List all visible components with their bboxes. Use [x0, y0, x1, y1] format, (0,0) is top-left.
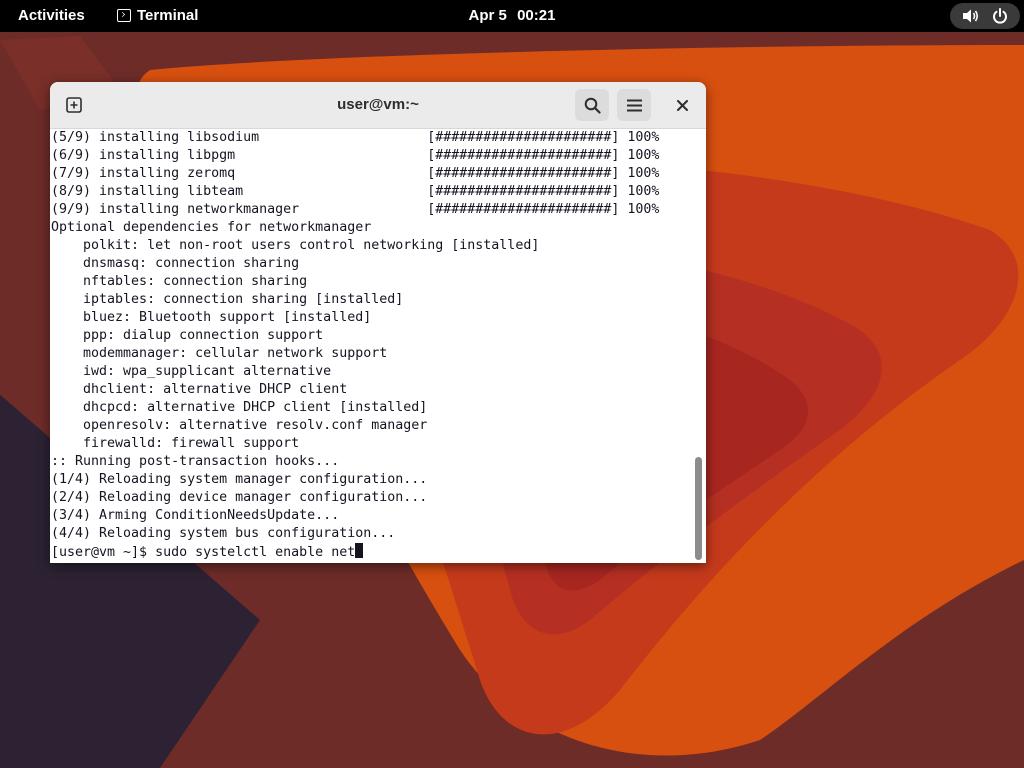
clock-time: 00:21 — [517, 7, 556, 24]
terminal-line: (8/9) installing libteam [##############… — [51, 184, 660, 199]
text-cursor — [355, 543, 364, 558]
terminal-line: (2/4) Reloading device manager configura… — [51, 490, 428, 505]
terminal-line: bluez: Bluetooth support [installed] — [51, 310, 372, 325]
top-bar: Activities Terminal Apr 5 00:21 — [0, 0, 1024, 32]
command-input[interactable]: sudo systelctl enable net — [155, 545, 355, 560]
power-icon — [993, 8, 1007, 24]
terminal-line: dhclient: alternative DHCP client — [51, 382, 348, 397]
main-menu-button[interactable] — [617, 89, 651, 121]
terminal-line: (9/9) installing networkmanager [#######… — [51, 202, 660, 217]
close-window-button[interactable] — [665, 89, 699, 121]
terminal-output-area[interactable]: (5/9) installing libsodium [############… — [51, 129, 691, 563]
shell-prompt: [user@vm ~]$ — [51, 545, 156, 560]
system-status-menu[interactable] — [950, 3, 1020, 29]
hamburger-menu-icon — [626, 99, 642, 111]
terminal-line: ppp: dialup connection support — [51, 328, 324, 343]
terminal-line: dnsmasq: connection sharing — [51, 256, 300, 271]
terminal-window: user@vm:~ (5/9) installing libsodium [##… — [50, 82, 706, 563]
search-button[interactable] — [575, 89, 609, 121]
window-headerbar[interactable]: user@vm:~ — [50, 82, 706, 129]
desktop: Activities Terminal Apr 5 00:21 user@vm:… — [0, 0, 1024, 768]
scrollbar-thumb[interactable] — [695, 457, 702, 560]
terminal-line: modemmanager: cellular network support — [51, 346, 388, 361]
search-icon — [584, 97, 601, 114]
terminal-line: :: Running post-transaction hooks... — [51, 454, 340, 469]
terminal-line: (5/9) installing libsodium [############… — [51, 130, 660, 145]
close-icon — [676, 99, 688, 111]
clock-button[interactable]: Apr 5 00:21 — [0, 7, 1024, 24]
terminal-scrollbar[interactable] — [691, 129, 706, 563]
terminal-line: polkit: let non-root users control netwo… — [51, 238, 540, 253]
volume-icon — [963, 9, 979, 23]
terminal-line: (1/4) Reloading system manager configura… — [51, 472, 428, 487]
terminal-line: openresolv: alternative resolv.conf mana… — [51, 418, 428, 433]
terminal-line: iwd: wpa_supplicant alternative — [51, 364, 332, 379]
terminal-line: (4/4) Reloading system bus configuration… — [51, 526, 396, 541]
terminal-line: (6/9) installing libpgm [###############… — [51, 148, 660, 163]
terminal-prompt-line[interactable]: [user@vm ~]$ sudo systelctl enable net — [51, 543, 691, 561]
terminal-line: (7/9) installing zeromq [###############… — [51, 166, 660, 181]
terminal-line: Optional dependencies for networkmanager — [51, 220, 372, 235]
terminal-line: (3/4) Arming ConditionNeedsUpdate... — [51, 508, 340, 523]
terminal-line: iptables: connection sharing [installed] — [51, 292, 404, 307]
terminal-line: nftables: connection sharing — [51, 274, 308, 289]
terminal-line: dhcpcd: alternative DHCP client [install… — [51, 400, 428, 415]
clock-date: Apr 5 — [468, 7, 507, 24]
terminal-line: firewalld: firewall support — [51, 436, 300, 451]
terminal-output: (5/9) installing libsodium [############… — [51, 129, 691, 561]
